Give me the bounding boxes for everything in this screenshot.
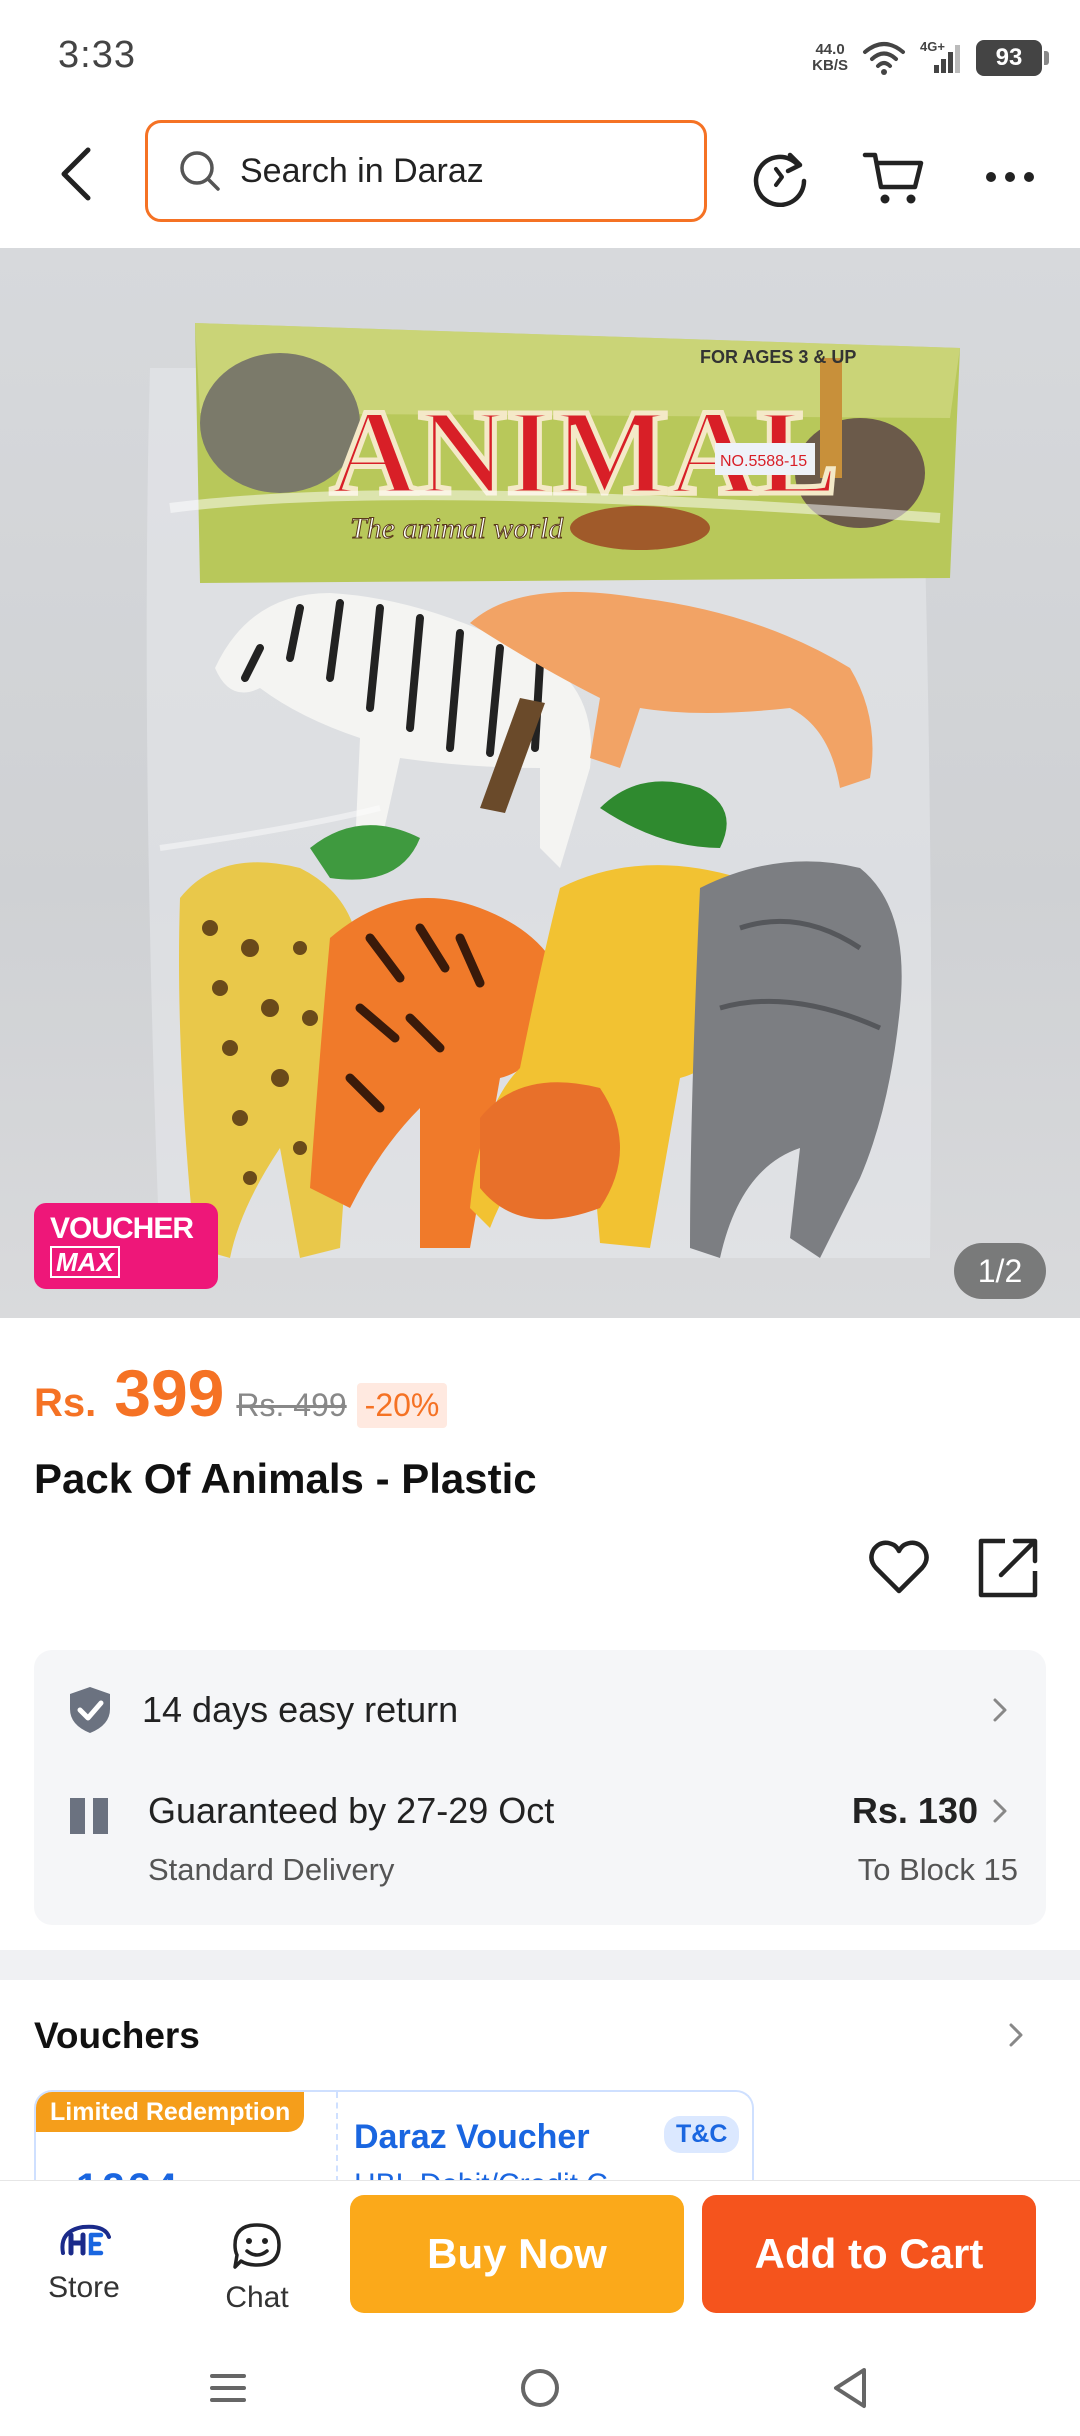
top-nav (0, 118, 1080, 248)
system-back-button[interactable] (820, 2358, 880, 2418)
package-icon (70, 1798, 108, 1834)
price-value: 399 (114, 1356, 225, 1430)
shipping-fee: Rs. 130 (851, 1790, 978, 1831)
svg-text:FOR AGES 3 & UP: FOR AGES 3 & UP (700, 347, 856, 367)
price-currency: Rs. (34, 1381, 97, 1425)
chevron-right-icon (993, 1698, 1007, 1722)
share-button[interactable] (975, 1535, 1041, 1601)
voucher-card[interactable]: Limited Redemption 1234 Daraz Voucher T&… (34, 2090, 754, 2180)
shipping-row[interactable]: Guaranteed by 27-29 Oct Standard Deliver… (68, 1790, 1018, 1910)
product-photo: ANIMAL The animal world FOR AGES 3 & UP … (146, 323, 960, 1258)
back-arrow-icon (61, 147, 91, 201)
search-input[interactable] (240, 151, 680, 191)
limited-redemption-tag: Limited Redemption (36, 2092, 305, 2132)
delivery-info-card: 14 days easy return Guaranteed by 27-29 … (34, 1650, 1046, 1925)
recent-apps-button[interactable] (198, 2358, 258, 2418)
heart-icon (869, 1540, 929, 1594)
voucher-description: HBL Debit/Credit C... (354, 2168, 633, 2180)
chat-icon (233, 2223, 281, 2269)
cart-button[interactable] (858, 142, 928, 212)
back-triangle-icon (834, 2368, 866, 2408)
chat-label: Chat (225, 2281, 289, 2314)
price-row: Rs. 399 Rs. 499 -20% (34, 1355, 448, 1431)
share-icon (978, 1538, 1038, 1598)
system-navigation-bar (0, 2328, 1080, 2436)
refresh-icon (753, 152, 807, 207)
refresh-button[interactable] (745, 142, 815, 212)
delivery-guarantee: Guaranteed by 27-29 Oct (148, 1790, 555, 1831)
status-icons: 44.0 KB/S 4G+ 93 (812, 36, 1049, 80)
wishlist-button[interactable] (866, 1535, 932, 1601)
home-button[interactable] (510, 2358, 570, 2418)
product-title: Pack Of Animals - Plastic (34, 1455, 537, 1502)
status-time: 3:33 (58, 34, 136, 76)
chevron-right-icon[interactable] (1008, 2022, 1024, 2048)
menu-icon (210, 2374, 246, 2402)
chat-button[interactable]: Chat (197, 2221, 317, 2315)
add-to-cart-button[interactable]: Add to Cart (702, 2195, 1036, 2313)
product-image-carousel[interactable]: ANIMAL The animal world FOR AGES 3 & UP … (0, 248, 1080, 1318)
voucher-divider (336, 2092, 338, 2180)
vouchers-heading[interactable]: Vouchers (34, 2015, 200, 2057)
bottom-action-bar: Store Chat Buy Now Add to Cart (0, 2180, 1080, 2328)
svg-text:NO.5588-15: NO.5588-15 (720, 453, 807, 470)
shield-check-icon (70, 1687, 110, 1733)
wifi-icon (863, 42, 905, 75)
store-label: Store (48, 2271, 120, 2304)
search-icon (180, 151, 220, 191)
store-icon (60, 2224, 111, 2256)
more-options-button[interactable] (975, 142, 1045, 212)
return-label: 14 days easy return (142, 1689, 459, 1730)
status-bar: 3:33 44.0 KB/S 4G+ 93 (0, 0, 1080, 118)
section-divider (0, 1950, 1080, 1980)
chevron-right-icon (993, 1799, 1007, 1823)
home-circle-icon (521, 2369, 559, 2407)
cellular-signal-icon: 4G+ (920, 39, 962, 75)
svg-text:The animal world: The animal world (350, 512, 564, 545)
store-button[interactable]: Store (24, 2221, 144, 2305)
voucher-max-badge: VOUCHER MAX (34, 1203, 218, 1289)
discount-badge: -20% (356, 1383, 448, 1428)
delivery-location: To Block 15 (857, 1852, 1018, 1887)
terms-button[interactable]: T&C (664, 2116, 740, 2153)
original-price: Rs. 499 (236, 1387, 347, 1423)
back-button[interactable] (44, 142, 108, 206)
more-icon (986, 172, 1034, 182)
battery-indicator: 93 (976, 40, 1049, 76)
return-policy-row[interactable]: 14 days easy return (68, 1680, 1018, 1740)
cart-icon (862, 152, 924, 204)
buy-now-button[interactable]: Buy Now (350, 2195, 684, 2313)
delivery-type: Standard Delivery (148, 1852, 395, 1887)
network-speed: 44.0 KB/S (812, 41, 848, 74)
voucher-amount: 1234 (76, 2166, 181, 2180)
search-bar[interactable] (145, 120, 707, 222)
image-page-indicator: 1/2 (954, 1243, 1046, 1299)
voucher-name: Daraz Voucher (354, 2118, 590, 2156)
